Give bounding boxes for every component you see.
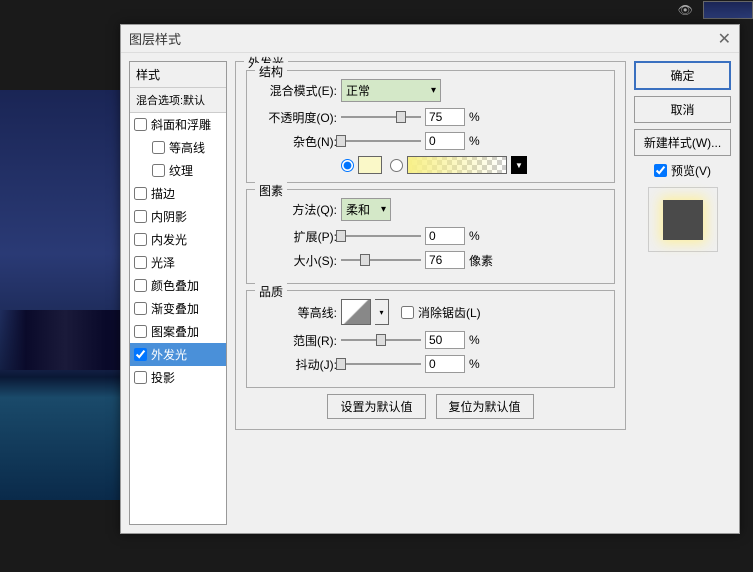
jitter-input[interactable] [425, 355, 465, 373]
spread-input[interactable] [425, 227, 465, 245]
color-swatch[interactable] [358, 156, 382, 174]
opacity-label: 不透明度(O): [257, 109, 337, 126]
style-checkbox[interactable] [134, 256, 147, 269]
style-checkbox[interactable] [134, 371, 147, 384]
gradient-radio[interactable] [390, 159, 403, 172]
jitter-slider[interactable] [341, 356, 421, 372]
gradient-dropdown-icon[interactable]: ▼ [511, 156, 527, 174]
noise-input[interactable] [425, 132, 465, 150]
style-label: 描边 [151, 185, 175, 202]
preview-label: 预览(V) [671, 162, 711, 179]
chevron-down-icon: ▾ [431, 85, 436, 96]
style-checkbox[interactable] [152, 141, 165, 154]
style-label: 等高线 [169, 139, 205, 156]
quality-group: 品质 等高线: ▾ 消除锯齿(L) 范围(R): % [246, 290, 615, 388]
style-checkbox[interactable] [134, 325, 147, 338]
range-input[interactable] [425, 331, 465, 349]
style-checkbox[interactable] [152, 164, 165, 177]
blend-mode-label: 混合模式(E): [257, 82, 337, 99]
antialias-label: 消除锯齿(L) [418, 304, 481, 321]
antialias-checkbox[interactable] [401, 306, 414, 319]
contour-label: 等高线: [257, 304, 337, 321]
style-label: 图案叠加 [151, 323, 199, 340]
method-select[interactable]: 柔和▾ [341, 198, 391, 221]
elements-group: 图素 方法(Q): 柔和▾ 扩展(P): % 大小(S): [246, 189, 615, 284]
opacity-slider[interactable] [341, 109, 421, 125]
color-radio[interactable] [341, 159, 354, 172]
range-label: 范围(R): [257, 332, 337, 349]
style-item[interactable]: 外发光 [130, 343, 226, 366]
jitter-label: 抖动(J): [257, 356, 337, 373]
styles-list: 样式 混合选项:默认 斜面和浮雕等高线纹理描边内阴影内发光光泽颜色叠加渐变叠加图… [129, 61, 227, 525]
style-label: 内发光 [151, 231, 187, 248]
make-default-button[interactable]: 设置为默认值 [327, 394, 425, 419]
visibility-icon[interactable]: 👁 [678, 3, 693, 17]
size-label: 大小(S): [257, 252, 337, 269]
opacity-input[interactable] [425, 108, 465, 126]
size-slider[interactable] [341, 252, 421, 268]
chevron-down-icon: ▾ [381, 204, 386, 215]
style-item[interactable]: 渐变叠加 [130, 297, 226, 320]
blend-mode-select[interactable]: 正常▾ [341, 79, 441, 102]
style-item[interactable]: 描边 [130, 182, 226, 205]
style-label: 纹理 [169, 162, 193, 179]
contour-dropdown-icon[interactable]: ▾ [375, 299, 389, 325]
noise-slider[interactable] [341, 133, 421, 149]
style-item[interactable]: 纹理 [130, 159, 226, 182]
styles-header[interactable]: 样式 [130, 62, 226, 88]
style-item[interactable]: 等高线 [130, 136, 226, 159]
style-item[interactable]: 内阴影 [130, 205, 226, 228]
style-checkbox[interactable] [134, 302, 147, 315]
style-item[interactable]: 光泽 [130, 251, 226, 274]
style-checkbox[interactable] [134, 210, 147, 223]
noise-label: 杂色(N): [257, 133, 337, 150]
style-item[interactable]: 颜色叠加 [130, 274, 226, 297]
gradient-picker[interactable] [407, 156, 507, 174]
style-checkbox[interactable] [134, 233, 147, 246]
method-label: 方法(Q): [257, 201, 337, 218]
spread-slider[interactable] [341, 228, 421, 244]
cancel-button[interactable]: 取消 [634, 96, 731, 123]
style-checkbox[interactable] [134, 118, 147, 131]
style-checkbox[interactable] [134, 348, 147, 361]
style-label: 投影 [151, 369, 175, 386]
range-slider[interactable] [341, 332, 421, 348]
style-label: 内阴影 [151, 208, 187, 225]
style-label: 光泽 [151, 254, 175, 271]
new-style-button[interactable]: 新建样式(W)... [634, 129, 731, 156]
style-item[interactable]: 内发光 [130, 228, 226, 251]
style-item[interactable]: 投影 [130, 366, 226, 389]
titlebar: 图层样式 ✕ [121, 25, 739, 53]
style-label: 颜色叠加 [151, 277, 199, 294]
blend-options[interactable]: 混合选项:默认 [130, 88, 226, 113]
style-label: 斜面和浮雕 [151, 116, 211, 133]
layer-thumbnail[interactable] [703, 1, 753, 19]
style-item[interactable]: 图案叠加 [130, 320, 226, 343]
layer-style-dialog: 图层样式 ✕ 样式 混合选项:默认 斜面和浮雕等高线纹理描边内阴影内发光光泽颜色… [120, 24, 740, 534]
ok-button[interactable]: 确定 [634, 61, 731, 90]
style-checkbox[interactable] [134, 279, 147, 292]
outer-glow-panel: 外发光 结构 混合模式(E): 正常▾ 不透明度(O): % [235, 61, 626, 430]
contour-picker[interactable] [341, 299, 371, 325]
structure-group: 结构 混合模式(E): 正常▾ 不透明度(O): % 杂色(N [246, 70, 615, 183]
close-icon[interactable]: ✕ [718, 29, 731, 49]
preview-checkbox[interactable] [654, 164, 667, 177]
reset-default-button[interactable]: 复位为默认值 [436, 394, 534, 419]
dialog-title: 图层样式 [129, 29, 181, 48]
preview-box [648, 187, 718, 252]
style-label: 外发光 [151, 346, 187, 363]
style-label: 渐变叠加 [151, 300, 199, 317]
style-checkbox[interactable] [134, 187, 147, 200]
preview-swatch [663, 200, 703, 240]
style-item[interactable]: 斜面和浮雕 [130, 113, 226, 136]
spread-label: 扩展(P): [257, 228, 337, 245]
size-input[interactable] [425, 251, 465, 269]
